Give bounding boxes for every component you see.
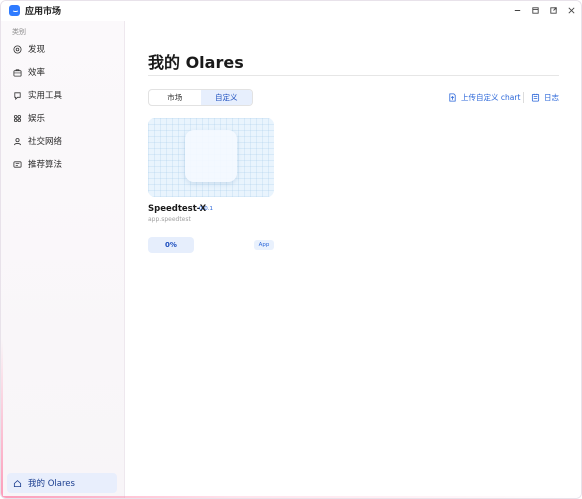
app-name: Speedtest-X — [148, 204, 207, 214]
sidebar-item-label: 实用工具 — [28, 91, 63, 101]
app-store-icon — [9, 5, 20, 16]
tool-icon — [13, 91, 22, 100]
people-icon — [13, 137, 22, 146]
edge-glow — [1, 338, 3, 498]
sidebar-item-my-olares[interactable]: 我的 Olares — [7, 473, 117, 493]
sidebar: 类别 发现 效率 实用工具 娱乐 社交网络 推荐算法 我的 Olares — [1, 21, 125, 498]
app-placeholder-icon — [185, 130, 237, 182]
tab-market[interactable]: 市场 — [149, 90, 201, 105]
sidebar-item-label: 娱乐 — [28, 114, 46, 124]
action-separator — [523, 92, 524, 103]
compass-icon — [13, 44, 22, 54]
briefcase-icon — [13, 68, 22, 77]
maximize-icon[interactable] — [529, 4, 541, 16]
sidebar-item-algorithm[interactable]: 推荐算法 — [7, 154, 117, 174]
upload-icon — [449, 93, 456, 102]
sidebar-item-label: 效率 — [28, 68, 46, 78]
sidebar-item-label: 社交网络 — [28, 137, 63, 147]
detach-icon[interactable] — [547, 4, 559, 16]
sidebar-item-label: 发现 — [28, 45, 46, 55]
upload-chart-label: 上传自定义 chart — [461, 93, 521, 102]
page-title: 我的 Olares — [148, 53, 244, 72]
sidebar-section-label: 类别 — [12, 28, 26, 36]
home-icon — [13, 479, 22, 488]
sidebar-item-utilities[interactable]: 实用工具 — [7, 85, 117, 105]
divider — [148, 75, 559, 76]
tab-custom[interactable]: 自定义 — [200, 90, 252, 105]
sidebar-item-discover[interactable]: 发现 — [7, 39, 117, 59]
minimize-icon[interactable] — [511, 4, 523, 16]
sidebar-item-label: 我的 Olares — [28, 479, 75, 489]
sidebar-item-entertainment[interactable]: 娱乐 — [7, 108, 117, 128]
close-icon[interactable] — [565, 4, 577, 16]
window-controls — [511, 4, 577, 16]
app-card-image[interactable] — [148, 118, 274, 197]
log-icon — [531, 93, 540, 102]
sidebar-item-social[interactable]: 社交网络 — [7, 131, 117, 151]
app-type-badge: App — [254, 240, 274, 250]
app-window: 应用市场 类别 发现 效率 实用工具 娱乐 社交网络 推荐算法 我的 Olare… — [0, 0, 582, 499]
log-button[interactable]: 日志 — [531, 92, 559, 103]
game-icon — [13, 114, 22, 123]
install-progress-button[interactable]: 0% — [148, 237, 194, 253]
app-version: 0.0.1 — [199, 206, 213, 212]
edge-glow-bottom — [1, 496, 581, 498]
sidebar-item-label: 推荐算法 — [28, 160, 63, 170]
tab-switcher: 市场 自定义 — [148, 89, 253, 106]
log-label: 日志 — [544, 93, 559, 102]
main-content: 我的 Olares 市场 自定义 上传自定义 chart 日志 Speedtes… — [126, 21, 581, 498]
algorithm-icon — [13, 160, 22, 169]
window-title: 应用市场 — [25, 7, 62, 17]
app-id: app.speedtest — [148, 216, 191, 223]
sidebar-item-productivity[interactable]: 效率 — [7, 62, 117, 82]
upload-chart-button[interactable]: 上传自定义 chart — [448, 92, 520, 103]
title-bar: 应用市场 — [1, 1, 581, 21]
